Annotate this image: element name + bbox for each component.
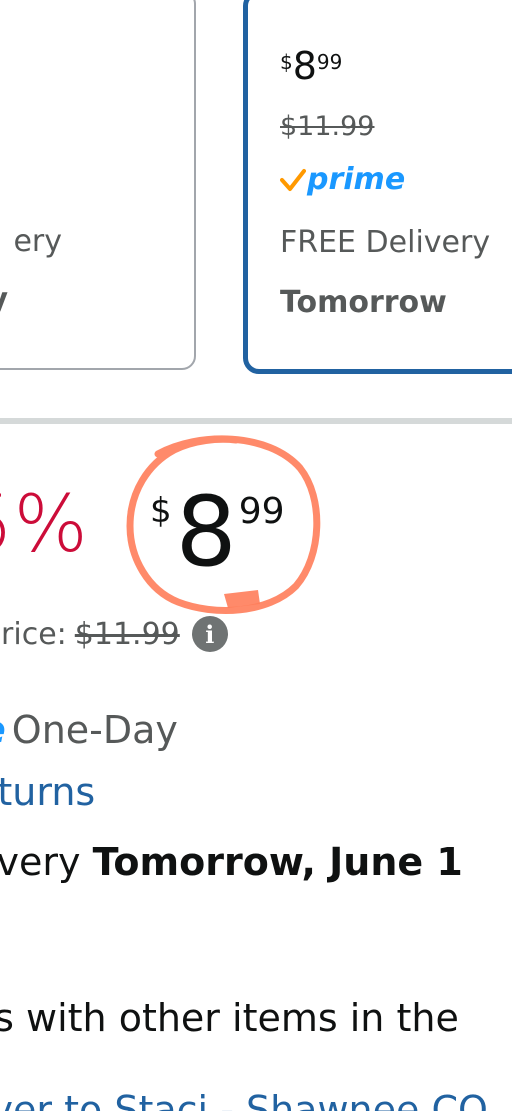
buying-option-card-standard[interactable]: ery y	[0, 0, 196, 370]
ships-with-text: ps with other items in the	[0, 996, 459, 1040]
delivery-date: Tomorrow, June 1	[92, 840, 463, 884]
option-delivery-text: FREE Delivery	[280, 225, 491, 260]
prime-check-icon	[280, 169, 306, 191]
option-price-whole: 8	[292, 44, 317, 88]
prime-label: prime	[307, 162, 406, 197]
section-divider	[0, 418, 512, 424]
one-day-label: One-Day	[11, 708, 178, 752]
product-page: ery y $ 8 99 $11.99 prime FREE Delivery …	[0, 0, 512, 1111]
list-price-label: price:	[0, 616, 67, 652]
option-delivery-date: Tomorrow	[280, 285, 447, 320]
buying-option-card-prime[interactable]: $ 8 99 $11.99 prime FREE Delivery Tomorr…	[243, 0, 512, 374]
info-icon[interactable]: i	[191, 616, 228, 652]
prime-label: e	[0, 708, 6, 752]
savings-percentage: 5%	[0, 480, 88, 570]
returns-link[interactable]: eturns	[0, 770, 95, 814]
delivery-estimate: elivery Tomorrow, June 1	[0, 840, 463, 884]
price-fraction: 99	[238, 491, 285, 532]
option-list-price: $11.99	[280, 111, 375, 142]
product-price: $ 8 99	[150, 480, 285, 584]
list-price-row: price: $11.99 i	[0, 616, 228, 652]
delivery-prefix: elivery	[0, 840, 81, 884]
price-whole: 8	[175, 476, 237, 588]
prime-badge: prime	[280, 165, 405, 195]
price-symbol: $	[150, 491, 172, 531]
option-delivery-text: ery	[13, 224, 62, 259]
deliver-to-link[interactable]: iver to Staci - Shawnee CO	[0, 1088, 488, 1111]
list-price-value: $11.99	[74, 616, 180, 652]
option-price: $ 8 99	[280, 47, 342, 85]
prime-one-day-row: e One-Day	[0, 708, 178, 752]
option-price-symbol: $	[280, 50, 293, 74]
option-delivery-date: y	[0, 282, 8, 317]
option-price-fraction: 99	[316, 50, 343, 74]
